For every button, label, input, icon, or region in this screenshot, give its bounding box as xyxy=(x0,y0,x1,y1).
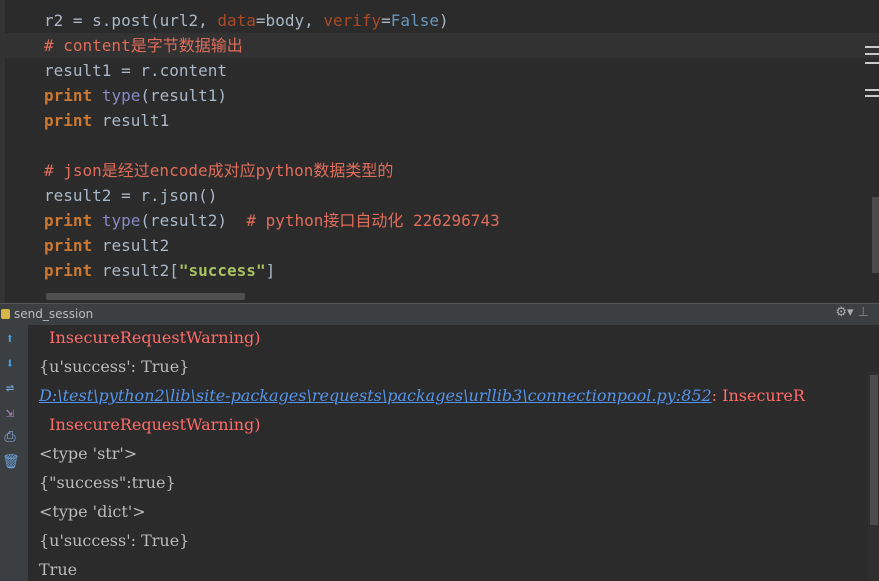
code-line-3[interactable]: result1 = r.content xyxy=(44,58,227,83)
code-line-9[interactable]: print type(result2) # python接口自动化 226296… xyxy=(44,208,500,233)
keyword-arg: data xyxy=(217,11,256,30)
code-text: ] xyxy=(265,261,276,280)
code-line-2[interactable]: # content是字节数据输出 xyxy=(44,33,243,58)
code-line-10[interactable]: print result2 xyxy=(44,233,169,258)
scroll-to-end-icon[interactable]: ⇲ xyxy=(2,405,18,421)
run-toolbar: ⬆ ⬇ ⇌ ⇲ ⎙ 🗑 xyxy=(0,325,28,581)
print-keyword: print xyxy=(44,236,93,255)
code-text: result1 = r.content xyxy=(44,61,228,80)
console-line: {u'success': True} xyxy=(39,357,190,376)
print-keyword: print xyxy=(44,111,93,130)
code-text: ) xyxy=(438,11,449,30)
keyword-arg: verify xyxy=(323,11,382,30)
run-tab-title[interactable]: send_session xyxy=(14,307,93,321)
code-text: result2 xyxy=(101,236,170,255)
bool-literal: False xyxy=(390,11,439,30)
error-stripe-marker[interactable] xyxy=(865,46,879,48)
code-text: r2 = s.post(url2, xyxy=(44,11,218,30)
horizontal-scrollbar-thumb[interactable] xyxy=(46,293,245,300)
print-icon[interactable]: ⎙ xyxy=(2,429,18,445)
comment-text: # python接口自动化 226296743 xyxy=(246,211,500,230)
python-icon xyxy=(1,309,10,319)
code-line-8[interactable]: result2 = r.json() xyxy=(44,183,217,208)
code-line-11[interactable]: print result2["success"] xyxy=(44,258,275,283)
code-line-1[interactable]: r2 = s.post(url2, data=body, verify=Fals… xyxy=(44,8,449,33)
print-keyword: print xyxy=(44,261,93,280)
console-line: InsecureRequestWarning) xyxy=(39,415,261,434)
soft-wrap-icon[interactable]: ⇌ xyxy=(2,380,18,396)
code-text: =body, xyxy=(255,11,324,30)
warning-text: : InsecureR xyxy=(711,386,805,405)
error-stripe-marker[interactable] xyxy=(865,89,879,91)
console-line: InsecureRequestWarning) xyxy=(39,328,261,347)
console-line: {u'success': True} xyxy=(39,531,190,550)
console-line: D:\test\python2\lib\site-packages\reques… xyxy=(39,381,805,410)
code-text: result1 xyxy=(101,111,170,130)
arrow-down-icon[interactable]: ⬇ xyxy=(2,356,18,372)
code-editor[interactable]: r2 = s.post(url2, data=body, verify=Fals… xyxy=(0,0,879,303)
run-panel-header: send_session ⚙▾ ⊥ xyxy=(0,303,879,325)
arrow-up-icon[interactable]: ⬆ xyxy=(2,331,18,347)
trash-icon[interactable]: 🗑 xyxy=(2,454,20,470)
error-stripe-marker[interactable] xyxy=(865,53,879,55)
console-line: <type 'str'> xyxy=(39,444,138,463)
console-line: <type 'dict'> xyxy=(39,502,146,521)
code-text: = xyxy=(381,11,391,30)
console-line: True xyxy=(39,560,78,579)
builtin-type: type xyxy=(101,86,141,105)
comment-text: # content是字节数据输出 xyxy=(44,36,243,55)
console-scrollbar-thumb[interactable] xyxy=(870,375,878,525)
string-literal: "success" xyxy=(178,261,266,280)
code-line-5[interactable]: print result1 xyxy=(44,108,169,133)
file-link[interactable]: D:\test\python2\lib\site-packages\reques… xyxy=(39,386,712,405)
builtin-type: type xyxy=(101,211,141,230)
console-line: {"success":true} xyxy=(39,473,176,492)
error-stripe-marker[interactable] xyxy=(865,62,879,64)
error-stripe-marker[interactable] xyxy=(865,95,879,97)
code-text: (result1) xyxy=(140,86,228,105)
gear-icon[interactable]: ⚙▾ ⊥ xyxy=(835,305,869,320)
code-text: result2[ xyxy=(101,261,179,280)
code-line-7[interactable]: # json是经过encode成对应python数据类型的 xyxy=(44,158,393,183)
code-text: result2 = r.json() xyxy=(44,186,218,205)
code-text: (result2) xyxy=(140,211,247,230)
vertical-scrollbar-thumb[interactable] xyxy=(872,197,879,273)
comment-text: # json是经过encode成对应python数据类型的 xyxy=(44,161,394,180)
code-line-4[interactable]: print type(result1) xyxy=(44,83,227,108)
print-keyword: print xyxy=(44,86,93,105)
console-output[interactable]: InsecureRequestWarning) {u'success': Tru… xyxy=(28,325,879,581)
print-keyword: print xyxy=(44,211,93,230)
